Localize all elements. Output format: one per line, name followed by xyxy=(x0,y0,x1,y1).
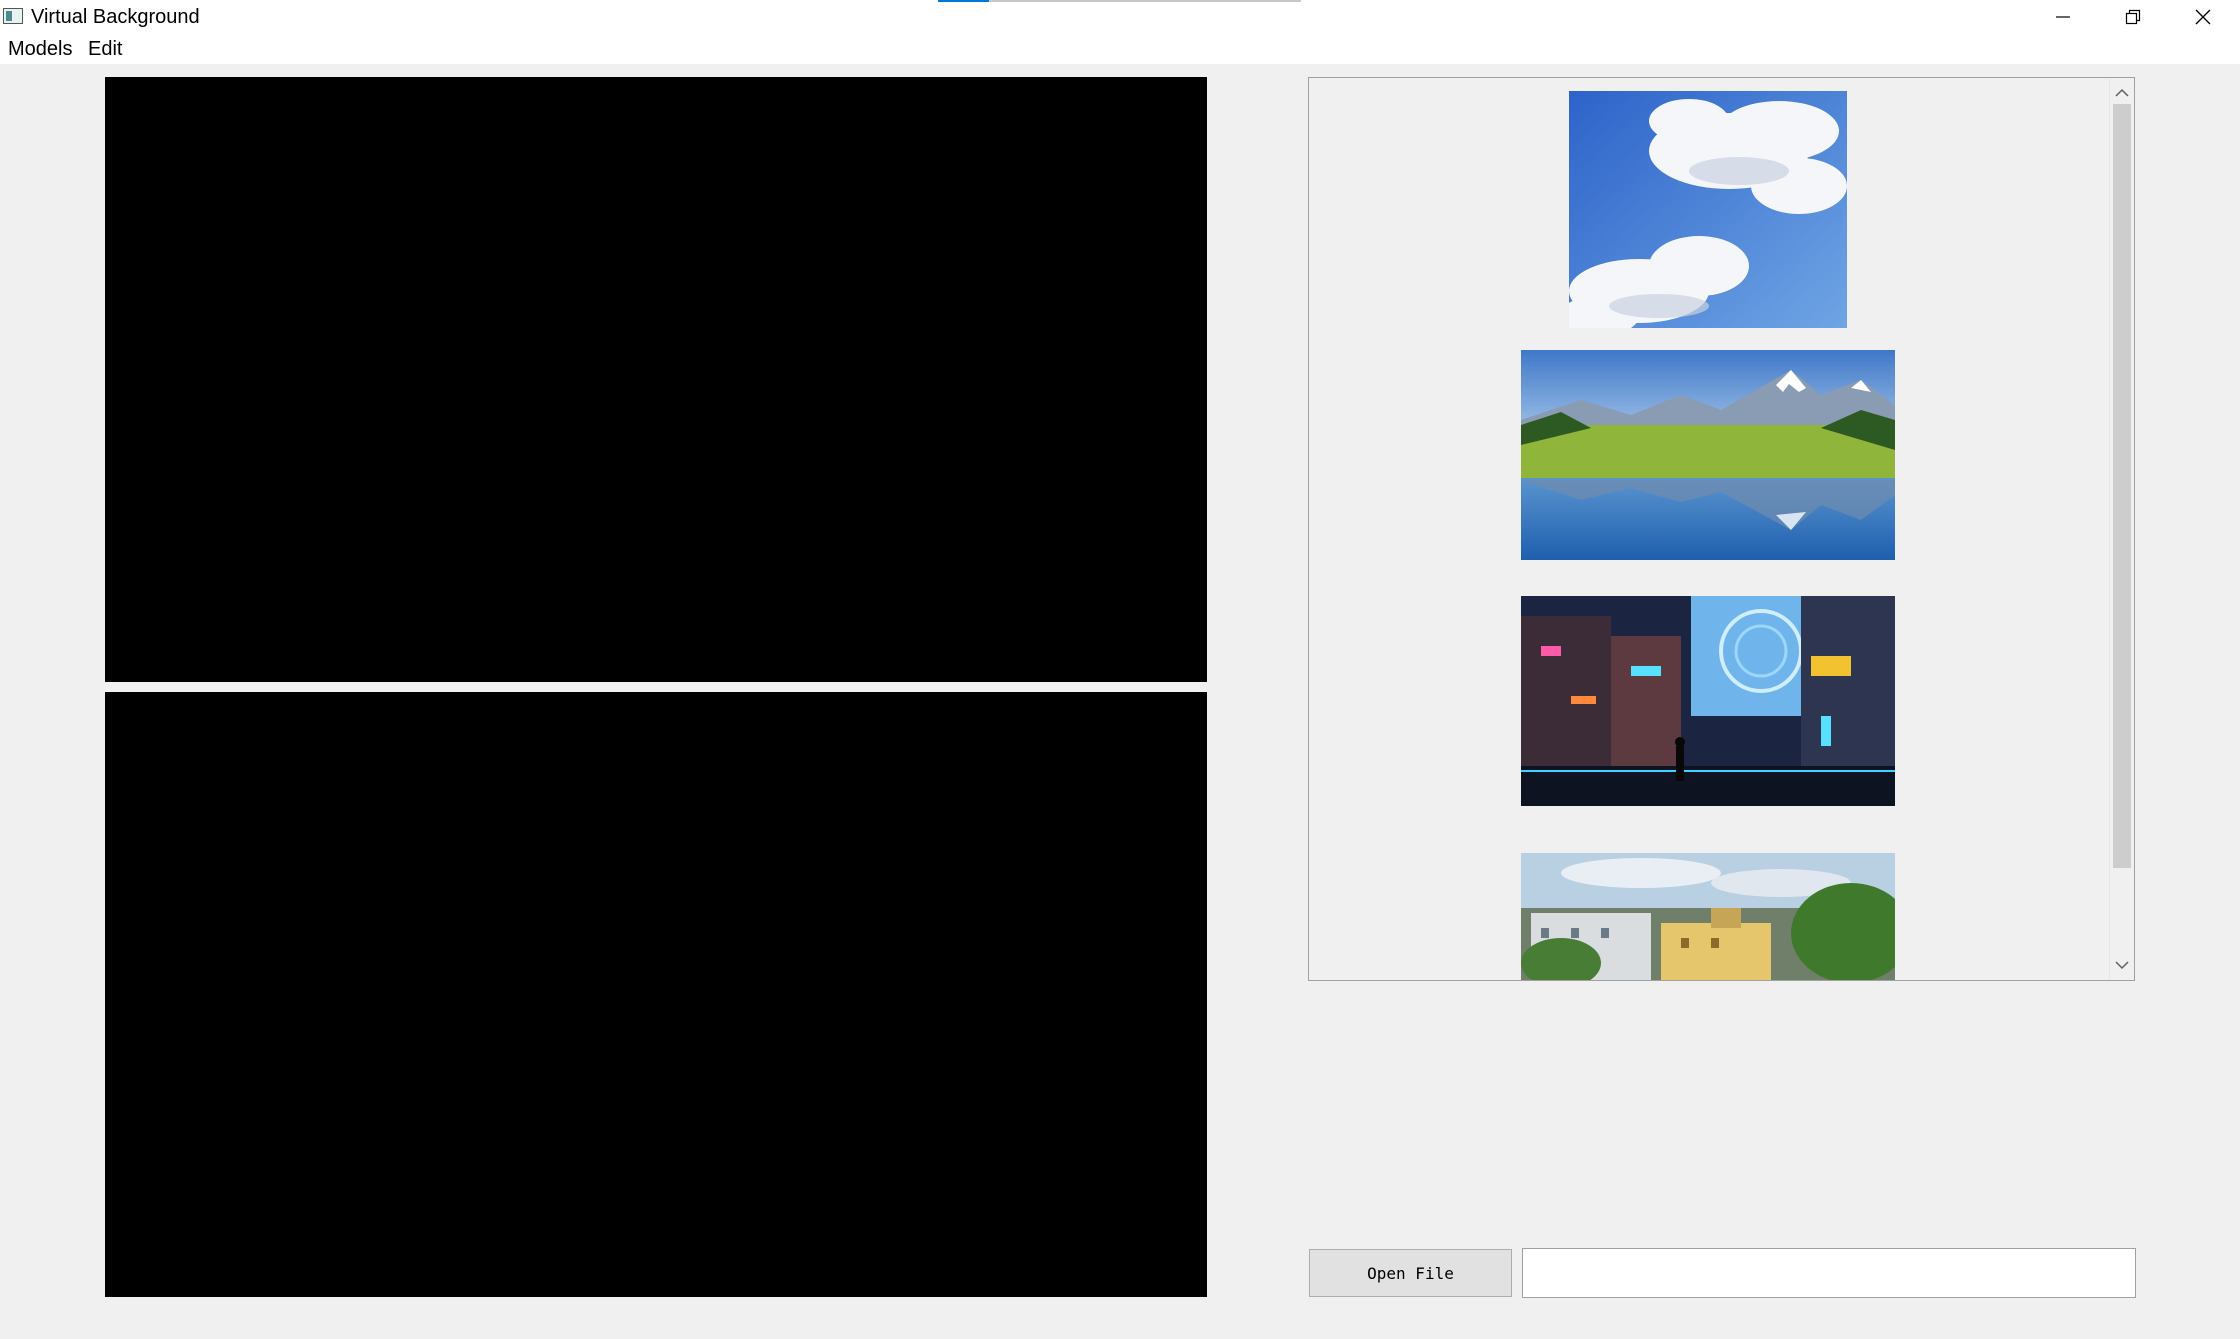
loading-progress-bar xyxy=(938,0,1301,2)
file-path-input[interactable] xyxy=(1522,1248,2136,1298)
background-thumbnail-cyber-city[interactable] xyxy=(1521,596,1895,806)
scroll-up-button[interactable] xyxy=(2110,81,2134,105)
gallery-scrollbar[interactable] xyxy=(2109,78,2134,980)
menu-bar: Models Edit xyxy=(0,34,2240,64)
background-thumbnail-town[interactable] xyxy=(1521,853,1895,980)
output-video-view xyxy=(105,692,1207,1297)
app-icon xyxy=(3,8,23,24)
chevron-down-icon xyxy=(2115,961,2129,970)
close-icon xyxy=(2195,9,2211,25)
window-title: Virtual Background xyxy=(31,6,200,28)
close-button[interactable] xyxy=(2168,0,2238,34)
open-file-button[interactable]: Open File xyxy=(1309,1249,1512,1297)
menu-edit[interactable]: Edit xyxy=(88,36,122,62)
restore-button[interactable] xyxy=(2098,0,2168,34)
background-thumbnail-mountain-lake[interactable] xyxy=(1521,350,1895,560)
restore-icon xyxy=(2125,9,2141,25)
scroll-thumb[interactable] xyxy=(2113,104,2131,868)
menu-models[interactable]: Models xyxy=(8,36,72,62)
input-video-view xyxy=(105,77,1207,682)
minimize-icon xyxy=(2056,16,2070,18)
title-bar: Virtual Background xyxy=(0,0,2240,34)
loading-progress-fill xyxy=(938,0,989,2)
minimize-button[interactable] xyxy=(2028,0,2098,34)
background-thumbnail-sky[interactable] xyxy=(1569,91,1847,328)
scroll-down-button[interactable] xyxy=(2110,953,2134,977)
chevron-up-icon xyxy=(2115,88,2129,97)
background-gallery[interactable] xyxy=(1308,77,2135,981)
